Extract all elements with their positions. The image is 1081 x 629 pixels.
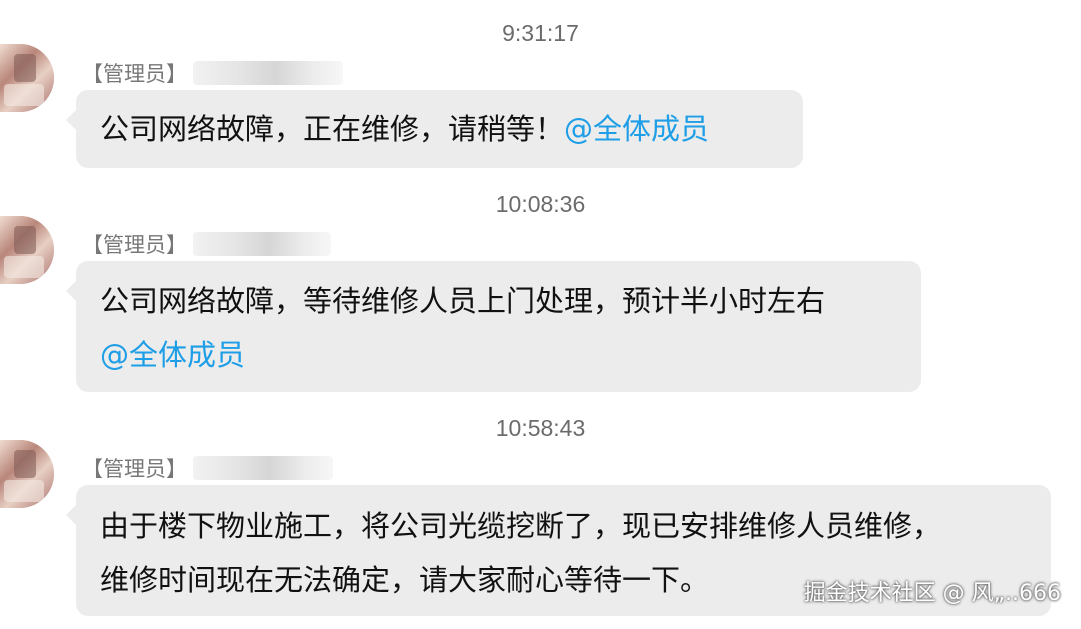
message-text: 公司网络故障，正在维修，请稍等！ <box>100 112 565 146</box>
sender-role-tag: 【管理员】 <box>82 233 187 257</box>
message-bubble[interactable]: 公司网络故障，等待维修人员上门处理，预计半小时左右 @全体成员 <box>66 261 921 392</box>
watermark: 掘金技术社区 @ 风„..666 <box>803 581 1061 606</box>
sender-name[interactable]: 【管理员】 <box>82 453 333 483</box>
sender-role-tag: 【管理员】 <box>82 457 187 481</box>
sender-role-tag: 【管理员】 <box>82 62 187 86</box>
timestamp: 10:08:36 <box>495 191 586 217</box>
timestamp: 10:58:43 <box>495 415 586 441</box>
redacted-sender-name <box>193 61 343 85</box>
sender-name[interactable]: 【管理员】 <box>82 229 331 259</box>
message-text: 公司网络故障，等待维修人员上门处理，预计半小时左右 <box>100 284 826 318</box>
sender-name[interactable]: 【管理员】 <box>82 58 343 88</box>
avatar[interactable] <box>0 44 54 112</box>
timestamp: 9:31:17 <box>502 20 579 46</box>
mention-all-members[interactable]: @全体成员 <box>564 112 709 146</box>
redacted-sender-name <box>193 456 333 480</box>
redacted-sender-name <box>193 232 331 256</box>
message-text-line: 由于楼下物业施工，将公司光缆挖断了，现已安排维修人员维修， <box>100 509 942 543</box>
avatar[interactable] <box>0 440 54 508</box>
mention-all-members[interactable]: @全体成员 <box>100 328 897 382</box>
avatar[interactable] <box>0 216 54 284</box>
message-bubble[interactable]: 公司网络故障，正在维修，请稍等！@全体成员 <box>66 90 803 168</box>
